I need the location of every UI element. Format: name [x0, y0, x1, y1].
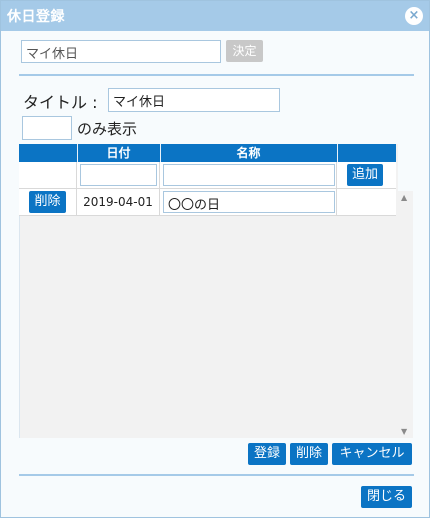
- header-action: [19, 144, 78, 162]
- only-show-input[interactable]: [22, 116, 72, 140]
- header-date: 日付: [77, 144, 161, 162]
- new-name-input[interactable]: [163, 164, 335, 186]
- holiday-set-input[interactable]: マイ休日: [21, 40, 221, 63]
- header-extra: [337, 144, 396, 162]
- header-name: 名称: [160, 144, 338, 162]
- delete-button[interactable]: 削除: [290, 443, 328, 465]
- row-name-input[interactable]: 〇〇の日: [163, 191, 335, 213]
- table-row: 削除 2019-04-01 〇〇の日: [19, 189, 396, 216]
- title-label: タイトル :: [23, 93, 98, 112]
- add-button[interactable]: 追加: [347, 164, 383, 186]
- dialog-titlebar[interactable]: 休日登録 ×: [1, 1, 429, 31]
- table-header: 日付 名称: [19, 144, 396, 162]
- new-entry-row: 追加: [19, 162, 396, 189]
- close-icon[interactable]: ×: [405, 7, 423, 25]
- row-date: 2019-04-01: [77, 189, 160, 215]
- new-date-input[interactable]: [80, 164, 157, 186]
- table-scrollbar[interactable]: ▲ ▼: [397, 191, 413, 438]
- holiday-registration-dialog: 休日登録 × マイ休日 決定 タイトル : マイ休日 のみ表示 日付 名称 追加…: [0, 0, 430, 518]
- dialog-title: 休日登録: [7, 9, 65, 25]
- close-button[interactable]: 閉じる: [361, 486, 412, 508]
- cancel-button[interactable]: キャンセル: [332, 443, 412, 465]
- scroll-down-icon[interactable]: ▼: [401, 427, 407, 436]
- scroll-up-icon[interactable]: ▲: [401, 193, 407, 202]
- only-show-label: のみ表示: [77, 120, 138, 138]
- divider-bottom: [19, 474, 414, 476]
- decide-button[interactable]: 決定: [226, 40, 263, 62]
- register-button[interactable]: 登録: [248, 443, 286, 465]
- row-delete-button[interactable]: 削除: [29, 191, 66, 213]
- divider-top: [19, 74, 414, 76]
- title-input[interactable]: マイ休日: [108, 88, 280, 112]
